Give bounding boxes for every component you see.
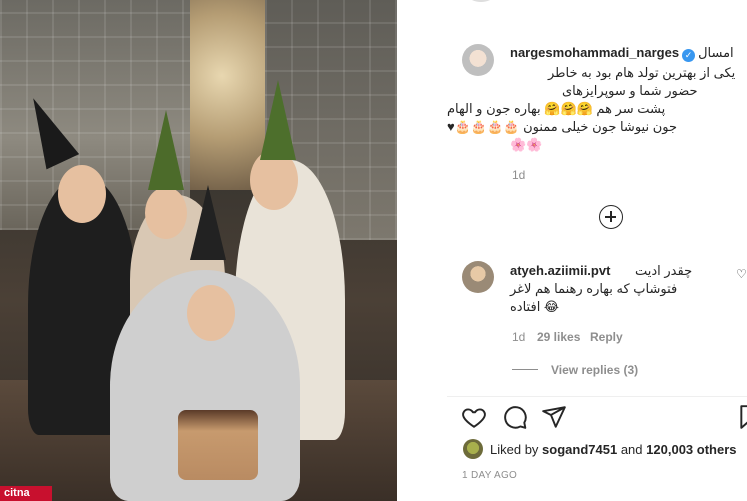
caption-line: 🌸🌸 (510, 137, 543, 152)
likes-count[interactable]: 120,003 others (646, 442, 736, 457)
watermark-logo: citna (0, 486, 52, 501)
reply-button[interactable]: Reply (590, 330, 623, 344)
comment-text: فتوشاپ که بهاره رهنما هم لاغر (510, 281, 678, 296)
birthday-cake (178, 410, 258, 480)
liked-by-prefix: Liked by (490, 442, 539, 457)
caption-line: حضور شما و سوپرایزهای (562, 83, 698, 98)
post-timestamp[interactable]: 1 DAY AGO (462, 470, 517, 481)
caption-line: پشت سر هم 🤗🤗🤗 بهاره جون و الهام (447, 101, 666, 116)
face (187, 285, 235, 341)
verified-badge-icon: ✓ (682, 49, 696, 62)
comment-likes[interactable]: 29 likes (537, 330, 580, 344)
liker-username[interactable]: sogand7451 (542, 442, 617, 457)
post-photo[interactable]: citna (0, 0, 397, 501)
caption-line: جون نیوشا جون خیلی ممنون 🎂🎂🎂🎂♥ (447, 119, 677, 134)
commenter-username[interactable]: atyeh.aziimii.pvt (510, 263, 610, 278)
heart-icon[interactable] (461, 404, 487, 430)
party-hat (260, 80, 296, 160)
caption-text: یکی از بهترین تولد هام بود به خاطر حضور … (447, 64, 747, 154)
comment-text: چقدر ادیت (635, 263, 693, 278)
plus-circle-icon[interactable] (599, 205, 623, 229)
caption-timestamp[interactable]: 1d (512, 168, 525, 182)
comment-bubble-icon[interactable] (502, 404, 528, 430)
commenter-avatar[interactable] (462, 261, 494, 293)
caption-header: nargesmohammadi_narges ✓ امسال (510, 45, 734, 62)
author-username[interactable]: nargesmohammadi_narges (510, 45, 679, 60)
liker-avatar[interactable] (463, 439, 483, 459)
comment-timestamp[interactable]: 1d (512, 330, 525, 344)
post-detail-pane: nargesmohammadi_narges ✓ امسال یکی از بهتر… (447, 0, 747, 501)
comment-text: افتاده 😂 (510, 299, 560, 314)
face (58, 165, 106, 223)
caption-line: یکی از بهترین تولد هام بود به خاطر (548, 65, 736, 80)
face (145, 187, 187, 239)
liked-by: Liked by sogand7451 and 120,003 others (490, 442, 737, 457)
liked-by-middle: and (620, 442, 643, 457)
party-hat (148, 110, 184, 190)
view-replies-button[interactable]: View replies (3) (551, 363, 638, 377)
replies-divider (512, 369, 538, 370)
bookmark-icon[interactable] (737, 404, 747, 430)
section-divider (447, 396, 747, 397)
comment-like-heart-icon[interactable]: ♡ (736, 268, 747, 280)
party-hat (190, 185, 226, 260)
header-avatar-partial (469, 0, 493, 2)
caption-first-word: امسال (698, 45, 734, 60)
paper-plane-icon[interactable] (541, 404, 567, 430)
